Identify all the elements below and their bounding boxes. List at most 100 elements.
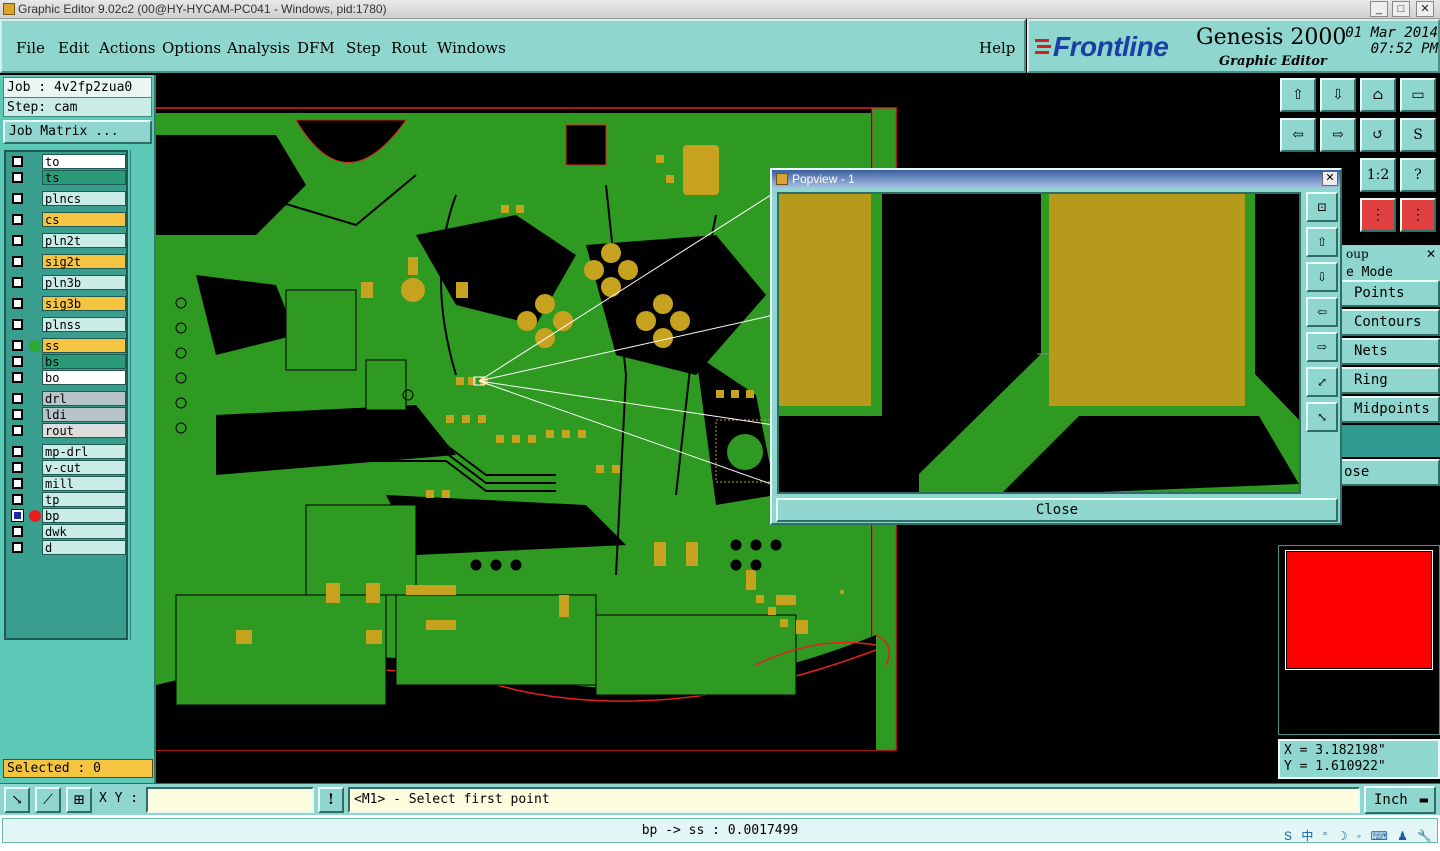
layer-name[interactable]: dwk xyxy=(42,524,126,539)
ime-toolbar[interactable]: S 中 ° ☽ ◦ ⌨ ♟ 🔧 xyxy=(1284,827,1438,847)
layer-checkbox[interactable] xyxy=(12,409,23,420)
layer-row-cs[interactable]: cs xyxy=(8,212,126,227)
layer-row-mill[interactable]: mill xyxy=(8,476,126,491)
layer-name[interactable]: sig3b xyxy=(42,296,126,311)
maximize-button[interactable]: □ xyxy=(1392,1,1410,17)
layer-checkbox[interactable] xyxy=(12,214,23,225)
layer-name[interactable]: rout xyxy=(42,423,126,438)
popview-up-icon[interactable]: ⇧ xyxy=(1306,227,1338,257)
zoom-bottom-icon[interactable]: ⇩ xyxy=(1320,78,1356,112)
layer-checkbox[interactable] xyxy=(12,156,23,167)
layer-checkbox[interactable] xyxy=(12,172,23,183)
layer-checkbox[interactable] xyxy=(12,462,23,473)
layer-row-rout[interactable]: rout xyxy=(8,423,126,438)
select-tool-icon[interactable]: ↘ xyxy=(4,787,30,813)
unit-select[interactable]: Inch ▬ xyxy=(1364,786,1436,814)
layer-name[interactable]: cs xyxy=(42,212,126,227)
scale-button[interactable]: 1:2 xyxy=(1360,158,1396,192)
menu-actions[interactable]: Actions xyxy=(99,39,155,57)
job-matrix-button[interactable]: Job Matrix ... xyxy=(3,120,152,144)
layer-row-drl[interactable]: drl xyxy=(8,391,126,406)
popview-title-bar[interactable]: Popview - 1 ✕ xyxy=(772,170,1340,188)
popview-zoom-fit-icon[interactable]: ⤡ xyxy=(1306,402,1338,432)
layer-name[interactable]: bs xyxy=(42,354,126,369)
layer-name[interactable]: to xyxy=(42,154,126,169)
layer-name[interactable]: plnss xyxy=(42,317,126,332)
layer-checkbox[interactable] xyxy=(12,256,23,267)
layer-name[interactable]: pln3b xyxy=(42,275,126,290)
grid-tool-icon[interactable]: ⊞ xyxy=(66,787,92,813)
layer-row-pln3b[interactable]: pln3b xyxy=(8,275,126,290)
overview-panel[interactable] xyxy=(1278,545,1440,735)
zoom-area-icon[interactable]: ▭ xyxy=(1400,78,1436,112)
snap-ring[interactable]: Ring xyxy=(1340,367,1440,394)
layer-checkbox[interactable] xyxy=(12,319,23,330)
layer-checkbox[interactable] xyxy=(12,478,23,489)
layer-checkbox[interactable] xyxy=(12,193,23,204)
layer-row-pln2t[interactable]: pln2t xyxy=(8,233,126,248)
snap-points[interactable]: Points xyxy=(1340,280,1440,307)
layer-checkbox[interactable] xyxy=(12,356,23,367)
window-close-button[interactable]: ✕ xyxy=(1416,1,1434,17)
layer-name[interactable]: tp xyxy=(42,492,126,507)
snap-nets[interactable]: Nets xyxy=(1340,338,1440,365)
layer-row-sig2t[interactable]: sig2t xyxy=(8,254,126,269)
layer-checkbox[interactable] xyxy=(12,446,23,457)
popview-down-icon[interactable]: ⇩ xyxy=(1306,262,1338,292)
snap-close-button[interactable]: ose xyxy=(1340,459,1440,486)
layer-name[interactable]: d xyxy=(42,540,126,555)
help-icon[interactable]: ? xyxy=(1400,158,1436,192)
layer-checkbox[interactable] xyxy=(12,298,23,309)
layer-row-plnss[interactable]: plnss xyxy=(8,317,126,332)
menu-rout[interactable]: Rout xyxy=(391,39,427,57)
home-icon[interactable]: ⌂ xyxy=(1360,78,1396,112)
layer-row-ldi[interactable]: ldi xyxy=(8,407,126,422)
layer-checkbox[interactable] xyxy=(12,372,23,383)
menu-edit[interactable]: Edit xyxy=(58,39,89,57)
menu-help[interactable]: Help xyxy=(979,39,1015,57)
layer-name[interactable]: bp xyxy=(42,508,126,523)
layer-checkbox[interactable] xyxy=(12,526,23,537)
xy-input[interactable] xyxy=(146,787,314,813)
layer-checkbox[interactable] xyxy=(12,425,23,436)
layer-list-scrollbar[interactable] xyxy=(130,150,152,640)
layer-name[interactable]: v-cut xyxy=(42,460,126,475)
layer-row-v-cut[interactable]: v-cut xyxy=(8,460,126,475)
layer-checkbox[interactable] xyxy=(12,393,23,404)
layer-row-bs[interactable]: bs xyxy=(8,354,126,369)
menu-windows[interactable]: Windows xyxy=(437,39,506,57)
layer-checkbox[interactable] xyxy=(12,542,23,553)
layer-name[interactable]: ts xyxy=(42,170,126,185)
layer-checkbox[interactable] xyxy=(12,340,23,351)
pan-left-icon[interactable]: ⇦ xyxy=(1280,118,1316,152)
popview-zoom-icon[interactable]: ⊡ xyxy=(1306,192,1338,222)
alert-icon[interactable]: ! xyxy=(318,787,344,813)
layer-display-alt-icon[interactable]: ⋮ xyxy=(1400,198,1436,232)
zoom-top-icon[interactable]: ⇧ xyxy=(1280,78,1316,112)
layer-row-tp[interactable]: tp xyxy=(8,492,126,507)
layer-name[interactable]: pln2t xyxy=(42,233,126,248)
layer-checkbox[interactable] xyxy=(12,494,23,505)
layer-name[interactable]: mill xyxy=(42,476,126,491)
layer-checkbox[interactable] xyxy=(12,235,23,246)
measure-tool-icon[interactable]: ⟋ xyxy=(35,787,61,813)
layer-name[interactable]: sig2t xyxy=(42,254,126,269)
popview-canvas[interactable] xyxy=(777,192,1301,494)
layer-row-sig3b[interactable]: sig3b xyxy=(8,296,126,311)
menu-options[interactable]: Options xyxy=(162,39,221,57)
layer-checkbox[interactable] xyxy=(11,509,24,522)
popview-right-icon[interactable]: ⇨ xyxy=(1306,332,1338,362)
layer-name[interactable]: ldi xyxy=(42,407,126,422)
layer-name[interactable]: bo xyxy=(42,370,126,385)
snap-popup-close-icon[interactable]: ✕ xyxy=(1426,245,1436,263)
menu-dfm[interactable]: DFM xyxy=(297,39,335,57)
popview-close-icon[interactable]: ✕ xyxy=(1322,171,1338,186)
minimize-button[interactable]: _ xyxy=(1370,1,1388,17)
popview-close-button[interactable]: Close xyxy=(776,498,1338,522)
layer-row-bo[interactable]: bo xyxy=(8,370,126,385)
popview-fit-icon[interactable]: ⤢ xyxy=(1306,367,1338,397)
menu-analysis[interactable]: Analysis xyxy=(227,39,290,57)
rotate-icon[interactable]: ↺ xyxy=(1360,118,1396,152)
snap-midpoints[interactable]: Midpoints xyxy=(1340,396,1440,423)
layer-name[interactable]: mp-drl xyxy=(42,444,126,459)
